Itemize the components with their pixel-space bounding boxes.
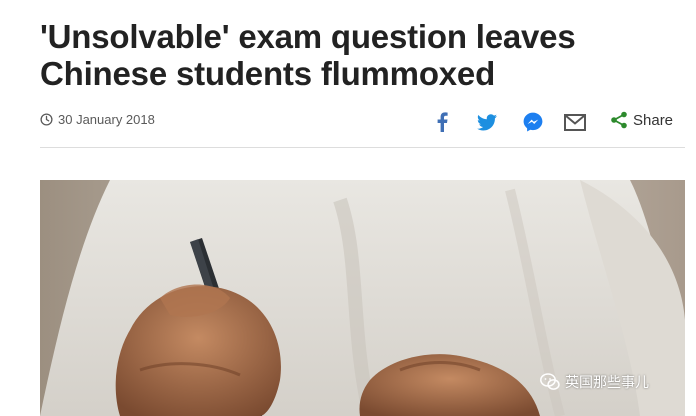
- article-meta-row: 30 January 2018 Share: [40, 108, 685, 136]
- watermark-text: 英国那些事儿: [565, 374, 649, 390]
- article-headline: 'Unsolvable' exam question leaves Chines…: [40, 18, 576, 92]
- share-twitter-button[interactable]: [476, 111, 498, 133]
- share-messenger-button[interactable]: [522, 111, 544, 133]
- share-facebook-button[interactable]: [431, 111, 453, 133]
- email-icon: [564, 113, 586, 131]
- share-more-button[interactable]: Share: [610, 111, 673, 129]
- publish-date-text: 30 January 2018: [58, 112, 155, 127]
- wechat-watermark: 英国那些事儿: [540, 372, 649, 392]
- share-icon: [611, 111, 627, 129]
- header-divider: [40, 147, 685, 148]
- share-label: Share: [633, 111, 674, 129]
- clock-icon: [40, 113, 53, 126]
- share-email-button[interactable]: [564, 111, 586, 133]
- wechat-icon: [540, 373, 560, 390]
- publish-date: 30 January 2018: [40, 112, 155, 127]
- twitter-icon: [477, 113, 497, 130]
- messenger-icon: [523, 112, 543, 132]
- facebook-icon: [437, 112, 448, 132]
